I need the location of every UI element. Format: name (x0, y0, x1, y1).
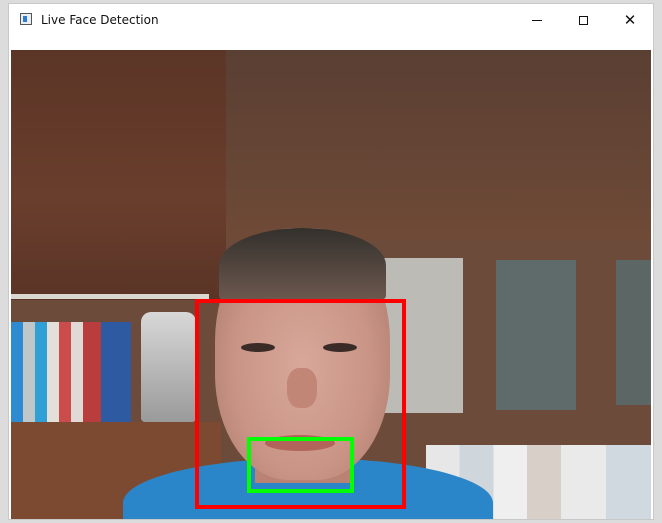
cabinet-right (226, 50, 651, 240)
maximize-icon (578, 16, 588, 25)
minimize-button[interactable] (514, 4, 560, 37)
title-bar[interactable]: Live Face Detection ✕ (9, 4, 653, 37)
window-app-icon (20, 13, 32, 25)
hair (219, 228, 386, 303)
close-button[interactable]: ✕ (607, 4, 653, 37)
minimize-icon (532, 20, 542, 21)
cabinet-glass (496, 260, 576, 410)
window-title: Live Face Detection (41, 13, 159, 27)
cabinet-glass (616, 260, 651, 405)
camera-feed (11, 50, 651, 519)
app-window: Live Face Detection ✕ (8, 3, 654, 520)
maximize-button[interactable] (560, 4, 606, 37)
close-icon: ✕ (623, 11, 637, 29)
shelf (11, 294, 209, 299)
mouth-detection-box (247, 437, 354, 493)
books (11, 322, 131, 427)
